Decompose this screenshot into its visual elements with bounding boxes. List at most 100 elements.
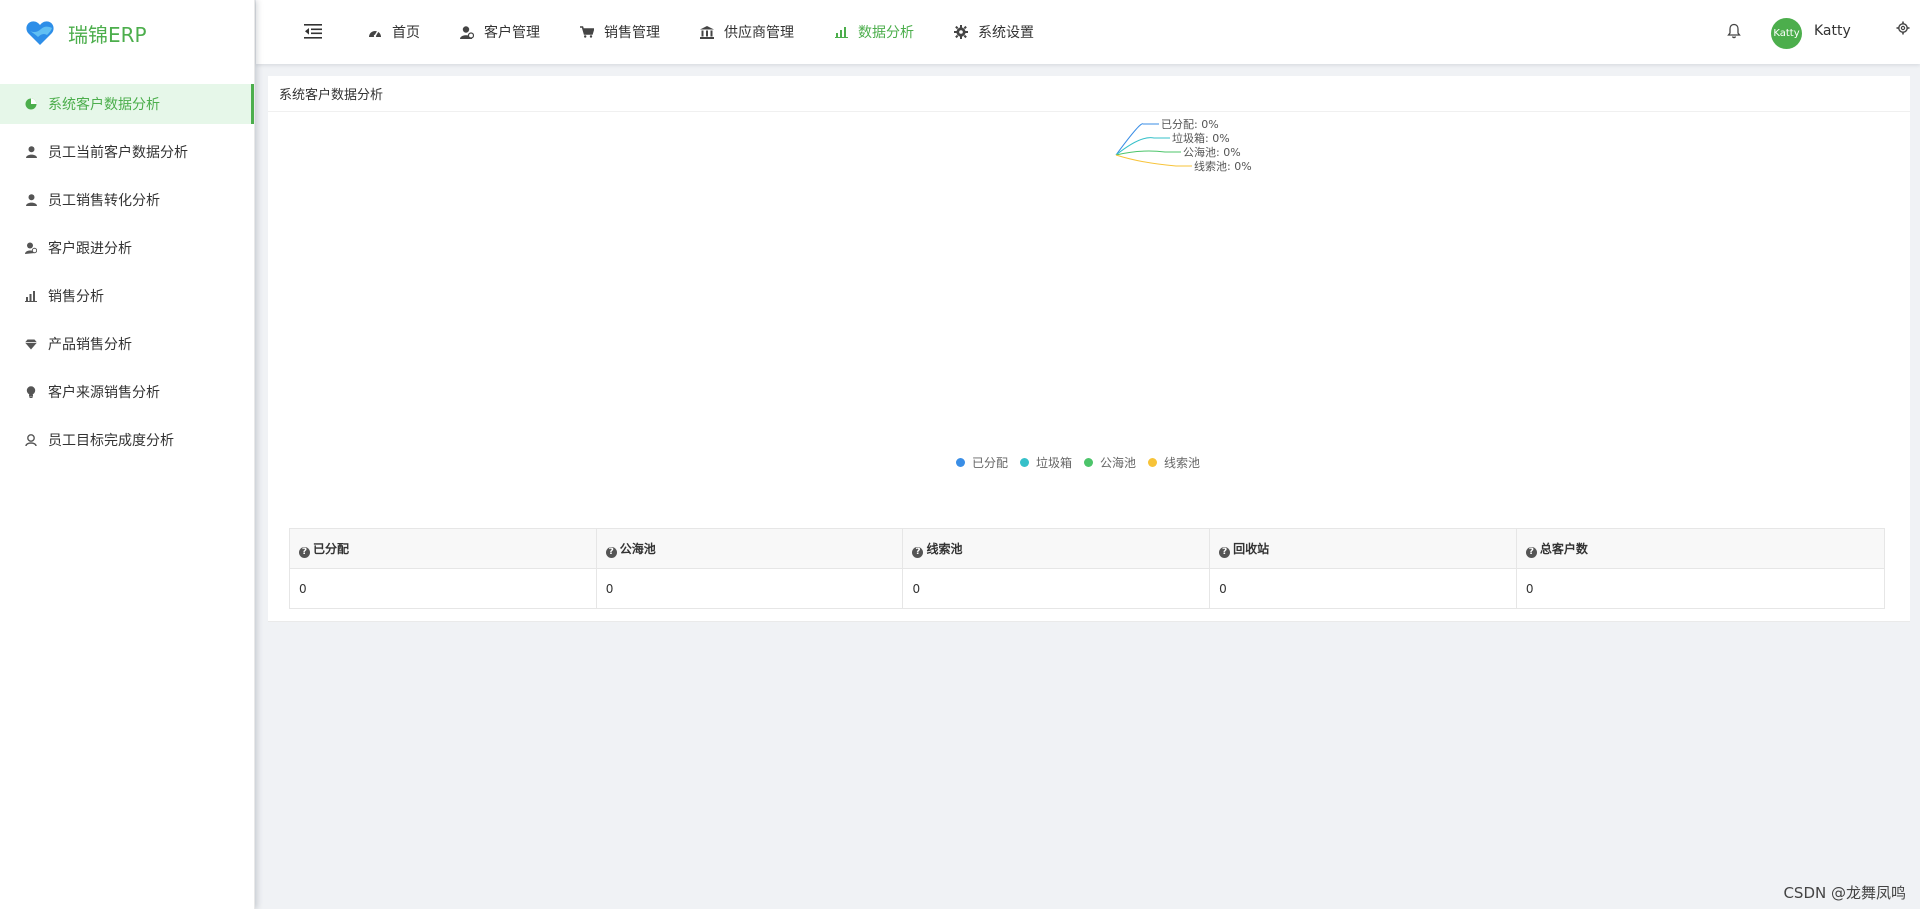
target-user-icon <box>25 434 37 446</box>
sidebar-item-label: 客户跟进分析 <box>48 241 132 257</box>
user-follow-icon <box>25 242 37 254</box>
legend-dot <box>1084 457 1093 467</box>
legend-item[interactable]: 已分配 <box>955 454 1008 471</box>
table-cell: 0 <box>1209 568 1517 609</box>
settings-gear-icon[interactable] <box>1896 20 1910 35</box>
username[interactable]: Katty <box>1814 23 1851 39</box>
pie-leader-line <box>1115 150 1181 156</box>
top-header: 首页 客户管理 销售管理 供应商管理 数据分析 系统设置 Katty Katty <box>256 0 1920 64</box>
table-cell: 0 <box>902 568 1211 609</box>
table-header-cell: ? 总客户数 <box>1515 528 1886 569</box>
pie-leader-line <box>1115 137 1170 156</box>
table-header-cell: ? 线索池 <box>902 528 1211 569</box>
sidebar-item-product-sales-analysis[interactable]: 产品销售分析 <box>0 324 254 364</box>
nav-home[interactable]: 首页 <box>368 22 420 42</box>
user-icon <box>25 146 37 158</box>
avatar[interactable]: Katty <box>1771 18 1802 49</box>
nav-customer-management[interactable]: 客户管理 <box>460 22 540 42</box>
sidebar: 瑞锦ERP 系统客户数据分析 员工当前客户数据分析 员工销售转化分析 客户跟进分… <box>0 0 255 909</box>
sidebar-item-employee-target-completion[interactable]: 员工目标完成度分析 <box>0 420 254 460</box>
table-row: 0 0 0 0 0 <box>289 568 1886 609</box>
sidebar-item-system-customer-analysis[interactable]: 系统客户数据分析 <box>0 84 254 124</box>
legend-label: 垃圾箱 <box>1035 455 1072 470</box>
sidebar-item-label: 客户来源销售分析 <box>48 385 160 401</box>
table-header-cell: ? 已分配 <box>289 528 597 569</box>
nav-label: 客户管理 <box>484 25 540 41</box>
pie-chart-icon <box>25 98 37 110</box>
legend-dot <box>1019 457 1029 467</box>
pie-leader-line <box>1115 154 1192 167</box>
app-layout: 瑞锦ERP 系统客户数据分析 员工当前客户数据分析 员工销售转化分析 客户跟进分… <box>0 0 1920 909</box>
nav-data-analysis[interactable]: 数据分析 <box>834 22 914 42</box>
pie-chart: 已分配: 0% 垃圾箱: 0% 公海池: 0% 线索池: 0% <box>268 113 1910 433</box>
lightbulb-icon <box>25 386 37 398</box>
pie-slice-label: 垃圾箱: 0% <box>1172 131 1230 145</box>
menu-fold-icon[interactable] <box>304 22 322 40</box>
nav-label: 供应商管理 <box>724 25 794 41</box>
brand-name: 瑞锦ERP <box>68 22 147 47</box>
nav-label: 系统设置 <box>978 25 1034 41</box>
bar-chart-icon <box>834 25 848 39</box>
top-nav: 首页 客户管理 销售管理 供应商管理 数据分析 系统设置 <box>368 0 1074 64</box>
main-content: 系统客户数据分析 已分配: 0% 垃圾箱: 0% 公海池: 0% 线索池: 0% 已分… <box>256 64 1920 909</box>
question-icon[interactable]: ? <box>1525 546 1537 558</box>
nav-supplier-management[interactable]: 供应商管理 <box>700 22 794 42</box>
diamond-icon <box>25 338 37 350</box>
legend-label: 线索池 <box>1164 455 1201 470</box>
bell-icon[interactable] <box>1727 23 1741 39</box>
table-cell: 0 <box>289 568 597 609</box>
legend-item[interactable]: 垃圾箱 <box>1019 454 1072 471</box>
users-icon <box>460 25 474 39</box>
table-header-cell: ? 回收站 <box>1209 528 1517 569</box>
nav-system-settings[interactable]: 系统设置 <box>954 22 1034 42</box>
summary-table: ? 已分配 ? 公海池 ? 线索池 ? 回收站 ? 总客户数 0 0 0 0 0 <box>289 528 1886 609</box>
sidebar-item-label: 销售分析 <box>48 289 104 305</box>
sidebar-item-label: 员工当前客户数据分析 <box>48 145 188 161</box>
legend-item[interactable]: 公海池 <box>1084 454 1136 471</box>
question-icon[interactable]: ? <box>1219 546 1231 558</box>
pie-slice-label: 公海池: 0% <box>1183 145 1241 159</box>
legend-item[interactable]: 线索池 <box>1148 454 1200 471</box>
sidebar-item-employee-sales-conversion[interactable]: 员工销售转化分析 <box>0 180 254 220</box>
question-icon[interactable]: ? <box>605 546 617 558</box>
sidebar-item-label: 产品销售分析 <box>48 337 132 353</box>
chart-legend: 已分配 垃圾箱 公海池 线索池 <box>268 452 1910 472</box>
pie-slice-label: 线索池: 0% <box>1194 159 1252 173</box>
avatar-text: Katty <box>1773 28 1800 39</box>
dashboard-icon <box>368 25 382 39</box>
sidebar-item-label: 员工销售转化分析 <box>48 193 160 209</box>
sidebar-item-customer-follow-analysis[interactable]: 客户跟进分析 <box>0 228 254 268</box>
nav-label: 数据分析 <box>858 25 914 41</box>
sidebar-menu: 系统客户数据分析 员工当前客户数据分析 员工销售转化分析 客户跟进分析 销售分析… <box>0 84 254 460</box>
legend-dot <box>1148 457 1158 467</box>
cart-icon <box>580 25 594 39</box>
table-header-cell: ? 公海池 <box>595 528 904 569</box>
legend-label: 已分配 <box>971 455 1008 470</box>
bank-icon <box>700 25 714 39</box>
question-icon[interactable]: ? <box>912 546 924 558</box>
nav-label: 首页 <box>392 25 420 41</box>
bar-chart-icon <box>25 290 37 302</box>
brand[interactable]: 瑞锦ERP <box>0 0 254 66</box>
heart-logo-icon <box>26 21 54 45</box>
nav-sales-management[interactable]: 销售管理 <box>580 22 660 42</box>
nav-label: 销售管理 <box>604 25 660 41</box>
legend-label: 公海池 <box>1100 455 1137 470</box>
user-icon <box>25 194 37 206</box>
card-title: 系统客户数据分析 <box>268 76 1910 112</box>
table-cell: 0 <box>1515 568 1886 609</box>
sidebar-item-customer-source-sales[interactable]: 客户来源销售分析 <box>0 372 254 412</box>
sidebar-item-label: 系统客户数据分析 <box>48 97 160 113</box>
pie-slice-label: 已分配: 0% <box>1161 118 1219 131</box>
table-header-row: ? 已分配 ? 公海池 ? 线索池 ? 回收站 ? 总客户数 <box>289 528 1886 569</box>
table-cell: 0 <box>595 568 904 609</box>
gear-icon <box>954 25 968 39</box>
watermark: CSDN @龙舞凤鸣 <box>1783 884 1906 902</box>
sidebar-item-sales-analysis[interactable]: 销售分析 <box>0 276 254 316</box>
sidebar-item-label: 员工目标完成度分析 <box>48 433 174 449</box>
question-icon[interactable]: ? <box>299 546 310 558</box>
analysis-card: 系统客户数据分析 已分配: 0% 垃圾箱: 0% 公海池: 0% 线索池: 0% 已分… <box>268 76 1910 622</box>
legend-dot <box>955 457 965 467</box>
pie-chart-svg: 已分配: 0%垃圾箱: 0%公海池: 0%线索池: 0% <box>1115 118 1252 173</box>
sidebar-item-employee-customer-analysis[interactable]: 员工当前客户数据分析 <box>0 132 254 172</box>
